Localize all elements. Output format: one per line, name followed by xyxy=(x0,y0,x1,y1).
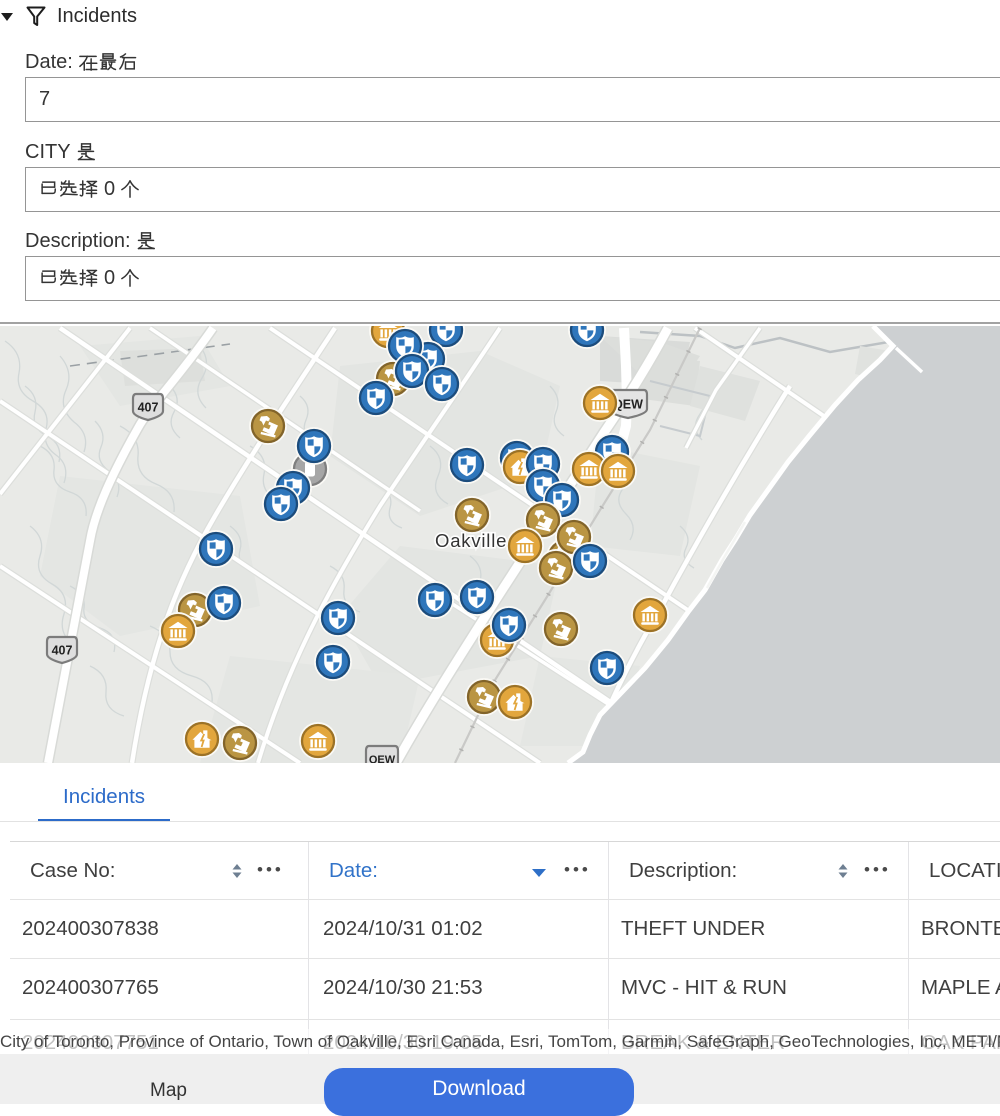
svg-text:407: 407 xyxy=(138,401,159,415)
svg-text:QEW: QEW xyxy=(369,754,396,763)
svg-text:407: 407 xyxy=(52,644,73,658)
